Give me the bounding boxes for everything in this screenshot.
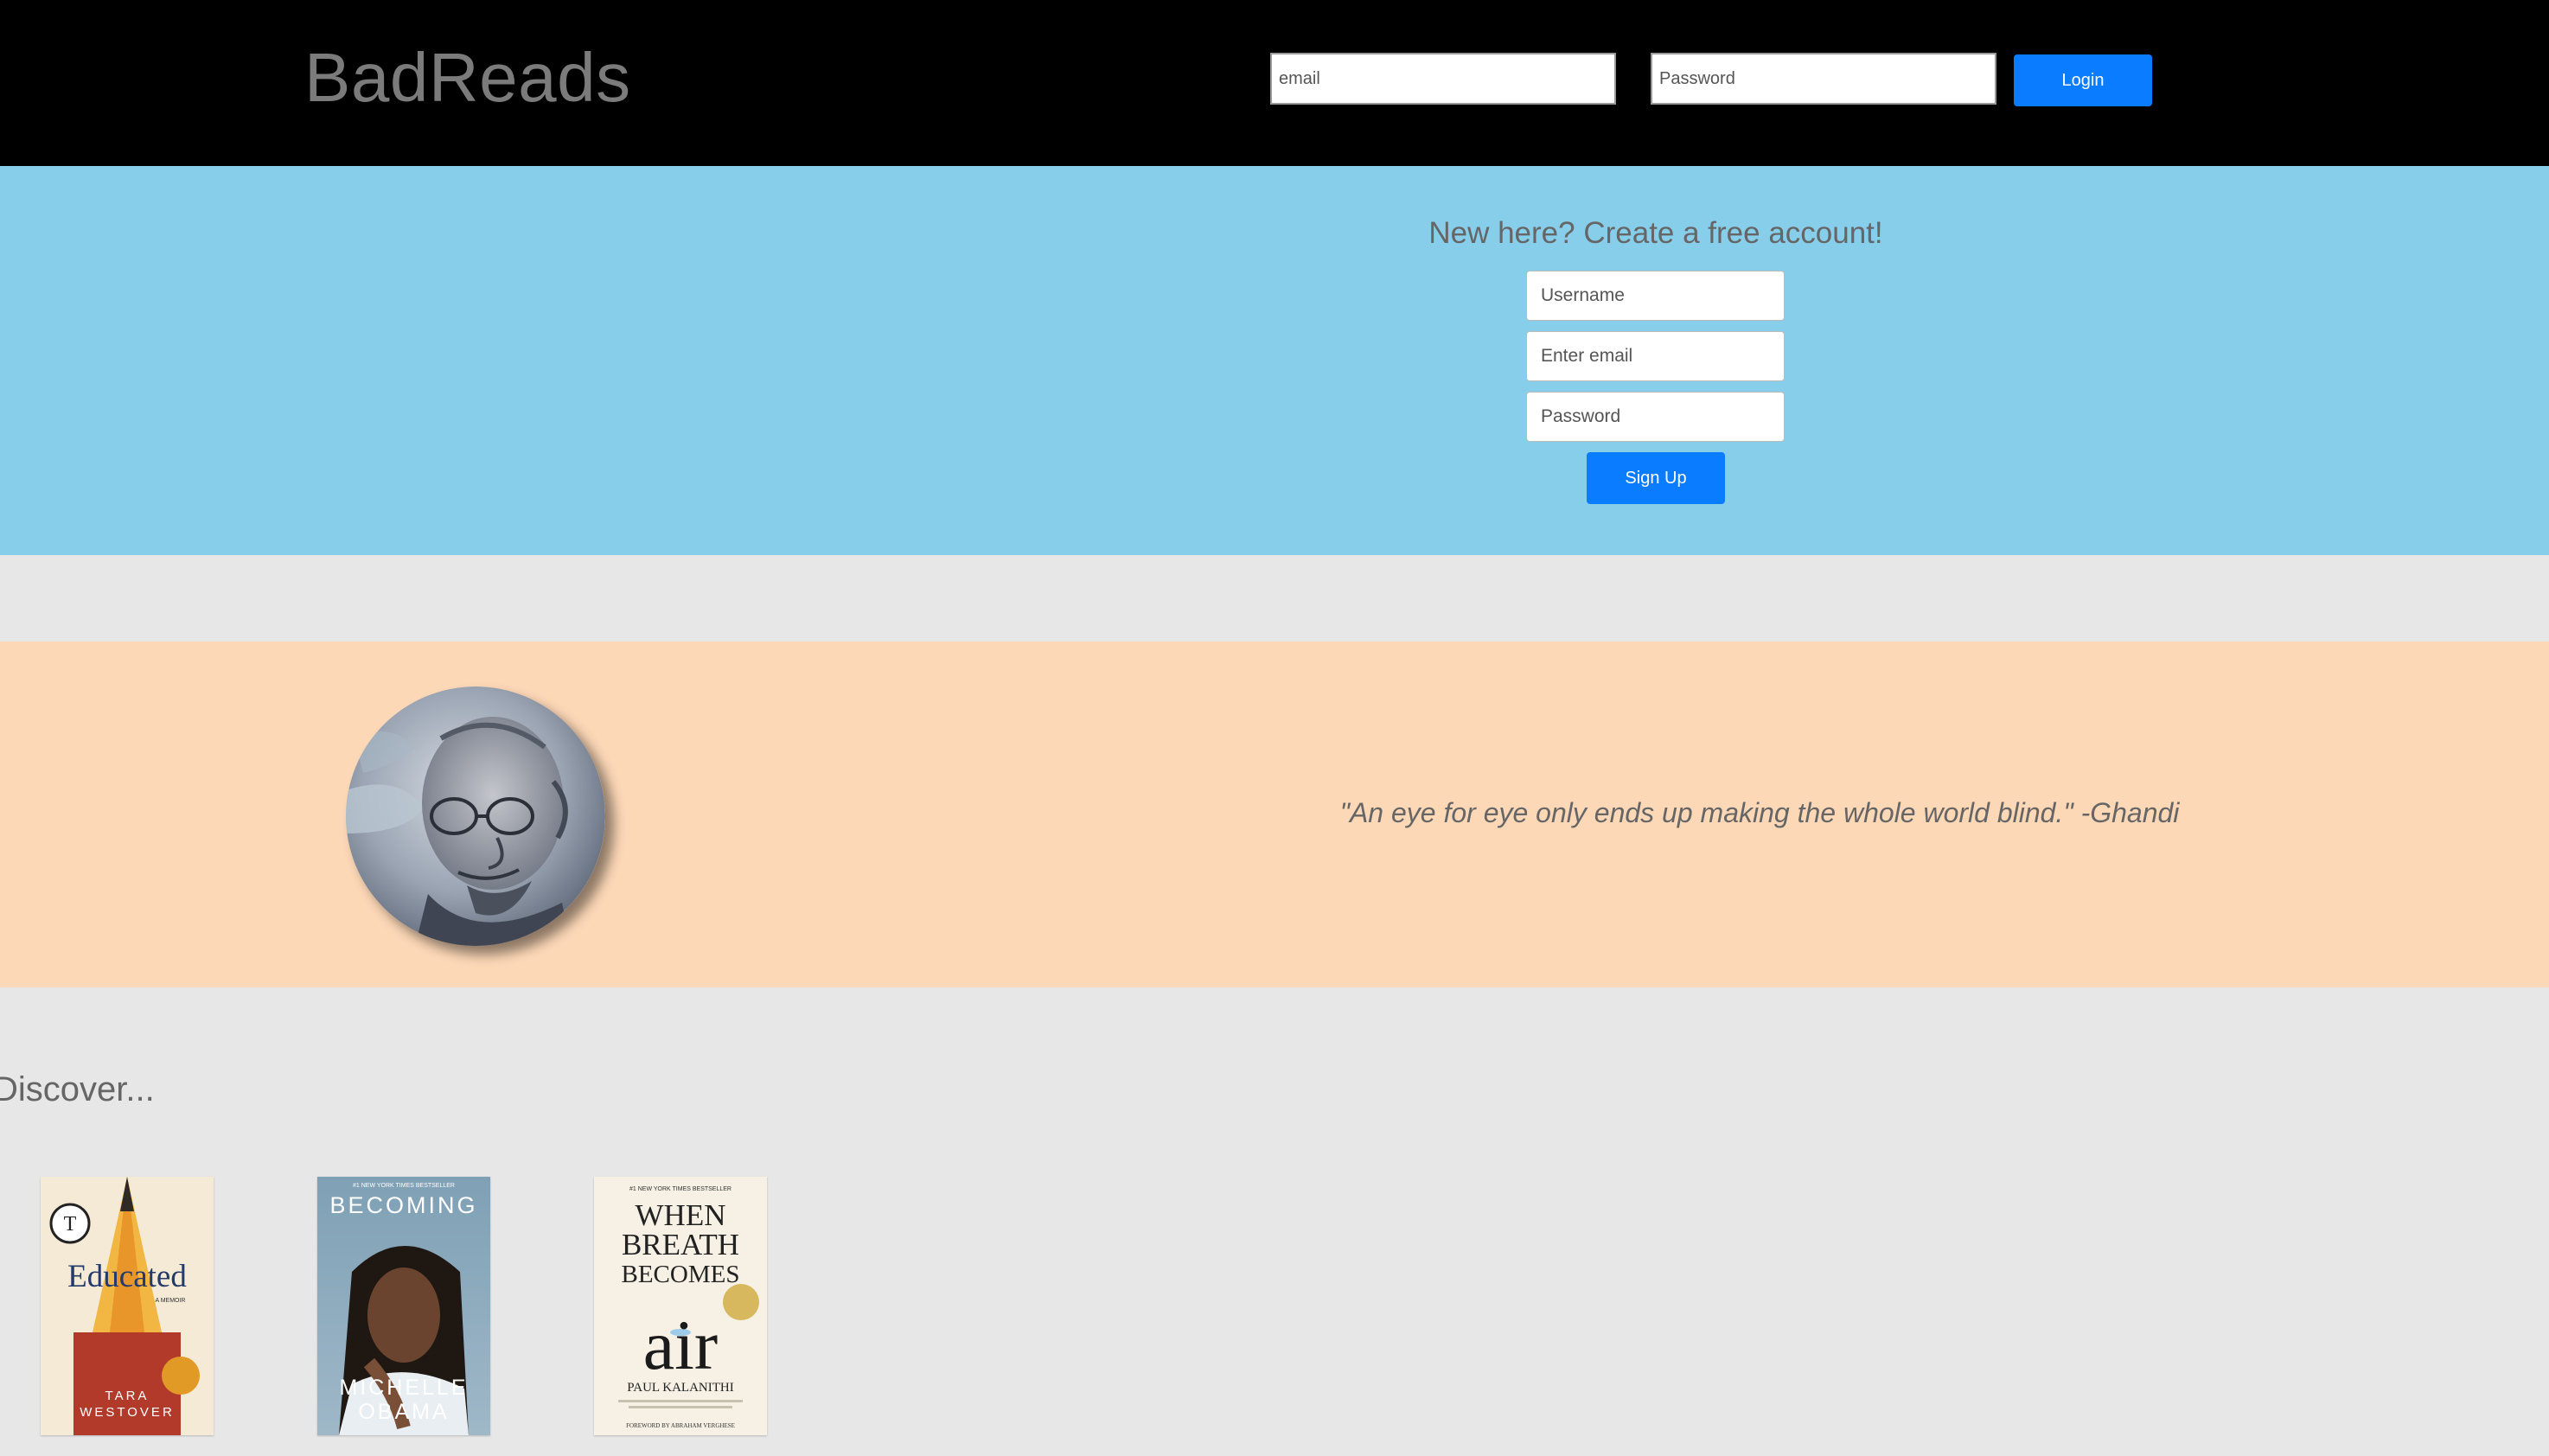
signup-heading: New here? Create a free account! (1428, 216, 1883, 250)
book-cover-becoming[interactable]: #1 NEW YORK TIMES BESTSELLER BECOMING MI… (317, 1177, 490, 1435)
book-author: OBAMA (358, 1400, 449, 1424)
login-email-input[interactable] (1270, 53, 1616, 105)
book-author: PAUL KALANITHI (627, 1381, 733, 1395)
book-cover-when-breath-becomes-air[interactable]: #1 NEW YORK TIMES BESTSELLER WHEN BREATH… (594, 1177, 767, 1435)
book-cover-educated[interactable]: T Educated A MEMOIR TARA WESTOVER (41, 1177, 214, 1435)
signup-button[interactable]: Sign Up (1587, 452, 1725, 504)
book-title: BREATH (622, 1228, 739, 1261)
signup-section: New here? Create a free account! Sign Up (0, 166, 2549, 555)
book-title: air (643, 1306, 718, 1384)
book-footer: FOREWORD BY ABRAHAM VERGHESE (626, 1422, 735, 1429)
book-title: BECOMES (622, 1261, 740, 1288)
book-top-text: #1 NEW YORK TIMES BESTSELLER (353, 1183, 455, 1189)
book-author: MICHELLE (339, 1376, 468, 1400)
book-top-text: #1 NEW YORK TIMES BESTSELLER (629, 1186, 731, 1192)
login-password-input[interactable] (1651, 53, 1996, 105)
book-subtitle: A MEMOIR (155, 1298, 185, 1304)
book-title: Educated (67, 1259, 187, 1294)
top-navbar: BadReads Login (0, 0, 2549, 166)
book-title: BECOMING (329, 1192, 477, 1218)
signup-email-input[interactable] (1526, 331, 1785, 381)
login-button[interactable]: Login (2014, 54, 2152, 106)
discover-heading: Discover... (0, 1070, 155, 1108)
book-author: TARA (105, 1389, 150, 1403)
signup-password-input[interactable] (1526, 392, 1785, 442)
book-author: WESTOVER (80, 1405, 175, 1420)
gandhi-portrait-image (346, 686, 605, 946)
brand-logo[interactable]: BadReads (304, 38, 631, 118)
quote-section: "An eye for eye only ends up making the … (0, 642, 2549, 987)
signup-username-input[interactable] (1526, 271, 1785, 321)
svg-text:T: T (64, 1213, 77, 1236)
gandhi-quote: "An eye for eye only ends up making the … (1339, 797, 2180, 828)
